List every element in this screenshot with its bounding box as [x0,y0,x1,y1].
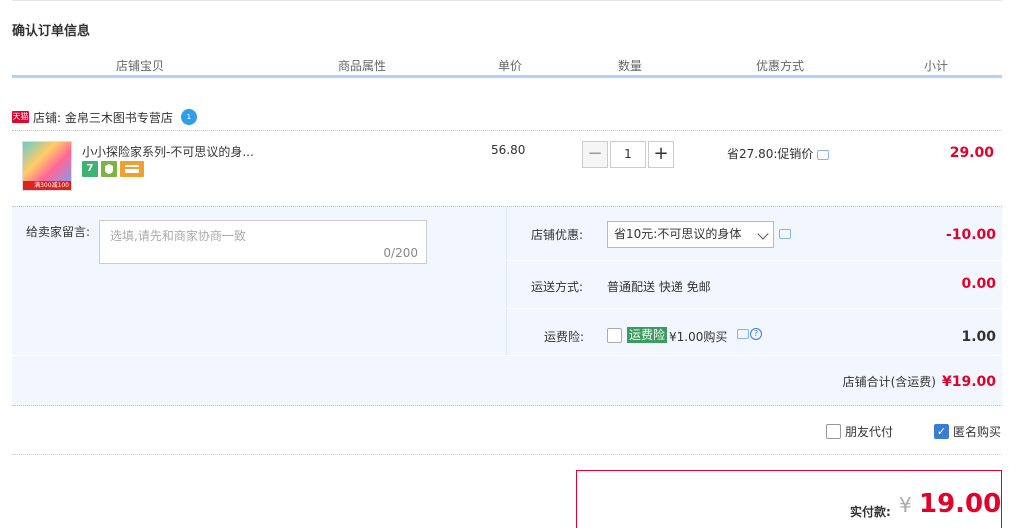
memo-label: 给卖家留言: [26,225,91,239]
wangwang-chat-icon[interactable]: 1 [180,109,197,125]
page-title: 确认订单信息 [12,24,91,39]
options-row-divider [506,260,1002,261]
shop-discount-selected: 省10元:不可思议的身体 [614,227,742,241]
column-header: 店铺宝贝 商品属性 单价 数量 优惠方式 小计 [12,58,1002,78]
payment-currency: ¥ [899,493,912,517]
quantity-stepper: − 1 + [582,141,674,168]
shipping-label: 运送方式: [531,280,584,294]
product-thumbnail[interactable]: 满300减100 [22,141,72,191]
item-discount-label: 省27.80:促销价 [727,147,814,161]
payment-summary: 实付款: ¥ 19.00 [576,470,1002,528]
order-options-panel: 给卖家留言: 选填,请先和商家协商一致 0/200 店铺优惠: 省10元:不可思… [12,206,1002,406]
anonymous-checkbox[interactable]: ✓ [934,424,949,439]
guarantee-shield-icon[interactable] [101,161,117,177]
chevron-down-icon [757,228,769,240]
shop-name-link[interactable]: 店铺: 金帛三木图书专营店 [33,109,173,126]
column-unit-price: 单价 [497,59,522,73]
shop-discount-amount: -10.00 [945,227,996,243]
increase-button[interactable]: + [648,141,674,168]
service-badges: 7 [82,161,144,177]
comment-icon[interactable] [737,329,749,339]
shop-row: 天猫 店铺: 金帛三木图书专营店 1 [12,108,197,126]
shop-total: 店铺合计(含运费) ¥19.00 [843,373,996,390]
options-row-divider [506,308,1002,309]
thumb-promo-band: 满300减100 [23,181,71,190]
column-quantity: 数量 [617,59,642,73]
friend-pay-label: 朋友代付 [845,425,894,439]
options-row-divider [12,355,1002,356]
column-shop-item: 店铺宝贝 [115,59,164,73]
memo-placeholder: 选填,请先和商家协商一致 [110,229,246,243]
column-subtotal: 小计 [923,59,948,73]
shop-total-amount: ¥19.00 [941,374,996,390]
item-discount: 省27.80:促销价 [727,145,830,162]
insurance-icons: ? [737,328,762,340]
insurance-tag: 运费险 [627,327,668,343]
tmall-icon: 天猫 [12,111,29,123]
seven-day-return-icon[interactable]: 7 [82,161,98,177]
anonymous-option[interactable]: ✓ 匿名购买 [934,423,1001,440]
column-discount: 优惠方式 [755,59,804,73]
item-subtotal: 29.00 [949,145,994,161]
shop-discount-select[interactable]: 省10元:不可思议的身体 [607,221,774,248]
help-icon[interactable]: ? [750,328,762,340]
options-divider [506,207,507,355]
column-attributes: 商品属性 [337,59,386,73]
shop-discount-label: 店铺优惠: [531,228,584,242]
product-title-link[interactable]: 小小探险家系列-不可思议的身... [82,143,254,160]
quantity-input[interactable]: 1 [610,141,646,168]
unit-price: 56.80 [491,143,526,157]
payment-amount: 19.00 [919,489,1002,519]
comment-icon[interactable] [779,229,791,239]
item-row: 满300减100 小小探险家系列-不可思议的身... 7 56.80 − 1 +… [12,130,1002,206]
decrease-button[interactable]: − [582,141,608,168]
payment-label: 实付款: [850,505,891,519]
credit-card-icon[interactable] [120,161,144,177]
seller-memo-input[interactable]: 选填,请先和商家协商一致 0/200 [99,220,427,264]
shop-total-label: 店铺合计(含运费) [842,375,936,389]
shipping-amount: 0.00 [961,276,996,292]
top-divider [12,0,1002,1]
friend-pay-checkbox[interactable] [826,424,841,439]
insurance-label: 运费险: [544,330,585,344]
friend-pay-option[interactable]: 朋友代付 [826,423,893,440]
comment-icon[interactable] [817,149,830,160]
insurance-checkbox[interactable] [607,328,622,343]
insurance-amount: 1.00 [961,329,996,345]
anonymous-label: 匿名购买 [953,425,1002,439]
shipping-method: 普通配送 快递 免邮 [607,280,711,294]
insurance-price: ¥1.00购买 [669,330,728,344]
bottom-divider [12,454,1002,455]
memo-char-count: 0/200 [383,246,418,260]
